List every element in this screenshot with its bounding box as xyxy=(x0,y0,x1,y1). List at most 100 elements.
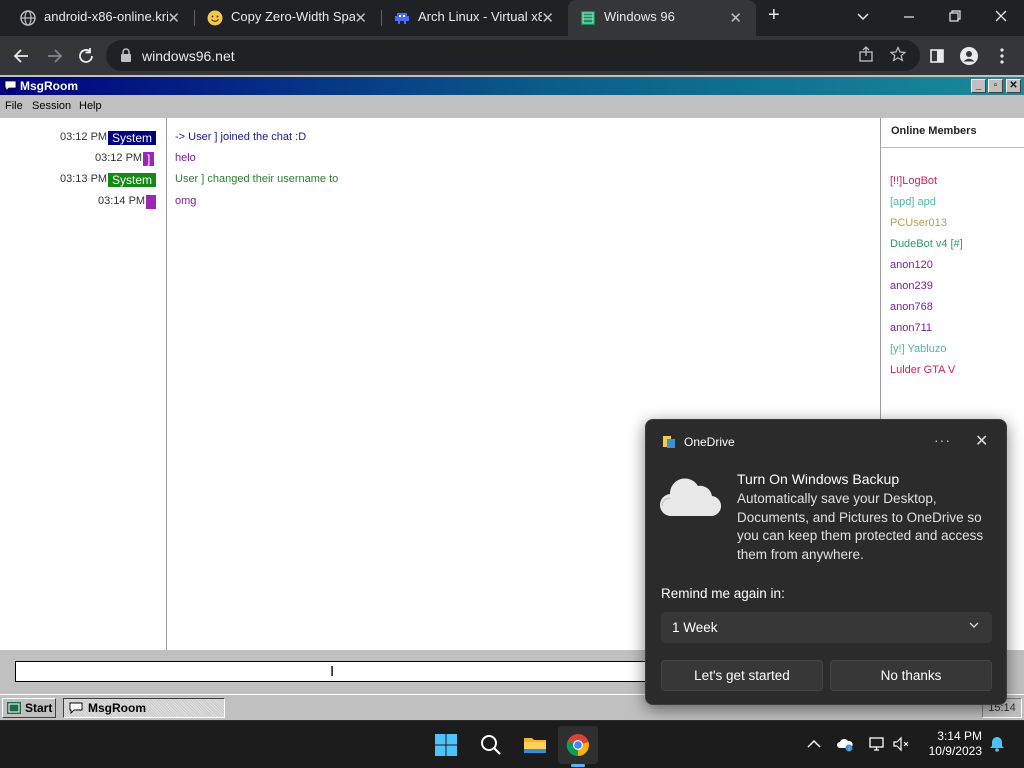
remind-dropdown[interactable]: 1 Week xyxy=(661,612,992,643)
new-tab-button[interactable]: + xyxy=(768,4,780,27)
message-time: 03:14 PM xyxy=(98,195,146,207)
chevron-down-icon xyxy=(969,622,979,628)
chrome-icon[interactable] xyxy=(566,733,590,757)
more-options-icon[interactable]: ··· xyxy=(934,432,951,448)
chat-bubble-icon xyxy=(69,702,83,714)
chat-bubble-icon xyxy=(4,80,17,92)
text-cursor-icon: I xyxy=(330,663,335,680)
reload-icon[interactable] xyxy=(75,45,97,67)
member-item[interactable]: [apd] apd xyxy=(890,196,936,208)
message-badge: System xyxy=(108,173,157,187)
window-title: MsgRoom xyxy=(20,79,78,93)
cloud-icon xyxy=(660,478,721,517)
remind-label: Remind me again in: xyxy=(661,586,785,601)
minimize-icon[interactable] xyxy=(902,10,916,24)
notification-body: Automatically save your Desktop, Documen… xyxy=(737,491,984,562)
message-badge: ] xyxy=(143,152,155,166)
message-text: helo xyxy=(175,152,196,164)
invader-icon xyxy=(395,13,409,24)
notification-app-name: OneDrive xyxy=(684,435,735,449)
message-time: 03:12 PM xyxy=(95,152,143,164)
member-item[interactable]: Lulder GTA V xyxy=(890,364,955,376)
browser-tab-strip: android-x86-online.kris ✕ Copy Zero-Widt… xyxy=(0,0,1024,36)
menu-file[interactable]: File xyxy=(5,100,23,112)
back-arrow-icon[interactable] xyxy=(11,45,33,67)
svg-text:i: i xyxy=(848,747,849,753)
share-icon[interactable] xyxy=(858,46,874,62)
system-clock[interactable]: 3:14 PM 10/9/2023 xyxy=(918,729,982,759)
menu-kebab-icon[interactable] xyxy=(991,45,1013,67)
member-item[interactable]: anon120 xyxy=(890,259,933,271)
members-heading: Online Members xyxy=(891,125,977,137)
message-meta-column: 03:12 PM System 03:12 PM ] 03:13 PM Syst… xyxy=(0,118,167,650)
message-input[interactable]: I xyxy=(15,661,655,682)
no-thanks-button[interactable]: No thanks xyxy=(830,660,992,691)
close-tab-icon[interactable]: ✕ xyxy=(167,9,180,27)
close-icon[interactable]: ✕ xyxy=(975,431,988,451)
member-item[interactable]: anon768 xyxy=(890,301,933,313)
maximize-button[interactable]: ▫ xyxy=(988,79,1003,93)
address-bar[interactable]: windows96.net xyxy=(106,40,920,71)
close-button[interactable]: ✕ xyxy=(1006,79,1021,93)
tab-title: Windows 96 xyxy=(604,9,675,24)
windows-taskbar: i 3:14 PM 10/9/2023 xyxy=(0,720,1024,768)
file-explorer-icon[interactable] xyxy=(523,733,547,757)
url-text[interactable]: windows96.net xyxy=(142,48,235,64)
tab-search-chevron-icon[interactable] xyxy=(856,10,870,24)
member-item[interactable]: [!!]LogBot xyxy=(890,175,937,187)
tab-windows-96[interactable]: Windows 96 ✕ xyxy=(568,0,756,36)
menu-help[interactable]: Help xyxy=(79,100,102,112)
bookmark-star-icon[interactable] xyxy=(890,46,906,62)
message-time: 03:12 PM xyxy=(60,131,108,143)
message-badge: System xyxy=(108,131,157,145)
menu-session[interactable]: Session xyxy=(32,100,71,112)
close-tab-icon[interactable]: ✕ xyxy=(541,9,554,27)
lock-icon[interactable] xyxy=(120,48,132,62)
onedrive-app-icon xyxy=(663,436,675,448)
menu-bar: File Session Help xyxy=(0,97,1024,116)
start-button[interactable]: Start xyxy=(2,698,56,718)
clock-date: 10/9/2023 xyxy=(928,744,982,758)
divider xyxy=(881,147,1024,148)
notification-bell-icon[interactable] xyxy=(988,735,1006,753)
lets-get-started-button[interactable]: Let's get started xyxy=(661,660,823,691)
member-item[interactable]: DudeBot v4 [#] xyxy=(890,238,963,250)
member-item[interactable]: anon239 xyxy=(890,280,933,292)
tab-zero-width-space[interactable]: Copy Zero-Width Space ✕ xyxy=(195,0,381,36)
remind-value: 1 Week xyxy=(672,620,718,635)
msgroom-titlebar[interactable]: MsgRoom _ ▫ ✕ xyxy=(0,77,1024,95)
tab-title: Arch Linux - Virtual x86 xyxy=(418,9,542,24)
tab-android-x86[interactable]: android-x86-online.kris ✕ xyxy=(8,0,194,36)
message-text: -> User ] joined the chat :D xyxy=(175,131,307,143)
running-indicator xyxy=(571,764,585,767)
member-item[interactable]: PCUser013 xyxy=(890,217,947,229)
search-icon[interactable] xyxy=(479,733,503,757)
member-item[interactable]: [y!] Yabluzo xyxy=(890,343,946,355)
network-icon[interactable] xyxy=(868,735,886,753)
taskbar-item-msgroom[interactable]: MsgRoom xyxy=(63,698,225,718)
member-item[interactable]: anon711 xyxy=(890,322,932,334)
clock-time: 3:14 PM xyxy=(937,729,982,743)
close-tab-icon[interactable]: ✕ xyxy=(354,9,367,27)
message-text: omg xyxy=(175,195,197,207)
browser-toolbar: windows96.net xyxy=(0,36,1024,75)
onedrive-tray-icon[interactable]: i xyxy=(836,735,854,753)
windows-start-icon[interactable] xyxy=(434,733,458,757)
notification-heading: Turn On Windows Backup xyxy=(737,471,900,487)
close-window-icon[interactable] xyxy=(994,9,1008,23)
onedrive-notification: OneDrive ··· ✕ Turn On Windows Backup Au… xyxy=(645,419,1007,705)
forward-arrow-icon[interactable] xyxy=(43,45,65,67)
close-tab-icon[interactable]: ✕ xyxy=(729,9,742,27)
globe-icon xyxy=(20,10,36,26)
task-label: MsgRoom xyxy=(88,701,146,715)
smiley-icon xyxy=(207,10,223,26)
side-panel-icon[interactable] xyxy=(926,45,948,67)
minimize-button[interactable]: _ xyxy=(971,79,986,93)
volume-muted-icon[interactable] xyxy=(892,735,910,753)
message-badge xyxy=(146,195,156,209)
profile-icon[interactable] xyxy=(958,45,980,67)
chevron-up-icon[interactable] xyxy=(805,735,823,753)
restore-icon[interactable] xyxy=(948,9,962,23)
tab-arch-linux[interactable]: Arch Linux - Virtual x86 ✕ xyxy=(382,0,568,36)
tab-title: android-x86-online.kris xyxy=(44,9,168,24)
